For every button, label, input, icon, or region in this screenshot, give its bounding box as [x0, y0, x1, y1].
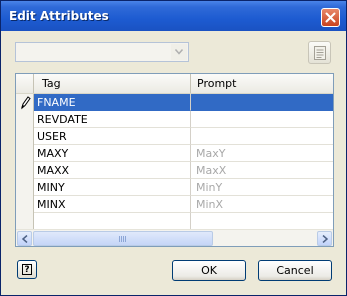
- table-row[interactable]: USER: [16, 128, 333, 145]
- help-icon: ?: [22, 264, 32, 275]
- table-row[interactable]: MINY MinY: [16, 179, 333, 196]
- ok-button[interactable]: OK: [172, 260, 246, 281]
- row-indicator: [16, 196, 34, 213]
- chevron-left-icon: [22, 235, 28, 243]
- grip-icon: [119, 236, 127, 242]
- prompt-cell[interactable]: MaxY: [191, 145, 333, 162]
- prompt-cell[interactable]: [191, 94, 333, 111]
- scroll-right-button[interactable]: [317, 231, 332, 246]
- prompt-cell[interactable]: MaxX: [191, 162, 333, 179]
- tag-cell[interactable]: [34, 213, 191, 230]
- prompt-cell[interactable]: MinX: [191, 196, 333, 213]
- table-row[interactable]: [16, 213, 333, 230]
- prompt-cell[interactable]: [191, 213, 333, 230]
- row-indicator: [16, 179, 34, 196]
- tag-cell[interactable]: MINY: [34, 179, 191, 196]
- table-row[interactable]: MINX MinX: [16, 196, 333, 213]
- attributes-grid[interactable]: Tag Prompt FNAME REVDATE USER MAXY MaxY …: [15, 73, 334, 247]
- edit-attributes-dialog: Edit Attributes Tag Prompt FNAME REVDATE…: [0, 0, 347, 296]
- document-icon: [314, 46, 326, 60]
- horizontal-scrollbar[interactable]: [16, 229, 333, 246]
- column-header-prompt[interactable]: Prompt: [191, 74, 333, 93]
- cancel-button[interactable]: Cancel: [258, 260, 332, 281]
- combo-dropdown-button[interactable]: [171, 44, 187, 60]
- close-icon: [325, 12, 336, 23]
- tag-cell[interactable]: USER: [34, 128, 191, 145]
- chevron-right-icon: [322, 235, 328, 243]
- table-row[interactable]: REVDATE: [16, 111, 333, 128]
- table-row[interactable]: MAXY MaxY: [16, 145, 333, 162]
- close-button[interactable]: [321, 8, 340, 27]
- row-indicator: [16, 145, 34, 162]
- edit-document-button[interactable]: [308, 41, 331, 64]
- prompt-cell[interactable]: MinY: [191, 179, 333, 196]
- column-header-tag[interactable]: Tag: [34, 74, 191, 93]
- tag-cell[interactable]: MAXX: [34, 162, 191, 179]
- row-indicator: [16, 128, 34, 145]
- row-indicator: [16, 111, 34, 128]
- scroll-left-button[interactable]: [17, 231, 32, 246]
- attribute-combo[interactable]: [15, 42, 189, 62]
- scrollbar-thumb[interactable]: [33, 231, 213, 246]
- tag-cell[interactable]: FNAME: [34, 94, 191, 111]
- prompt-cell[interactable]: [191, 128, 333, 145]
- tag-cell[interactable]: MAXY: [34, 145, 191, 162]
- row-indicator: [16, 94, 34, 111]
- table-row[interactable]: FNAME: [16, 94, 333, 111]
- grid-header: Tag Prompt: [16, 74, 333, 94]
- title-bar[interactable]: Edit Attributes: [1, 1, 346, 31]
- dialog-title: Edit Attributes: [9, 9, 109, 23]
- tag-cell[interactable]: MINX: [34, 196, 191, 213]
- help-button[interactable]: ?: [17, 260, 37, 279]
- header-gutter: [16, 74, 34, 93]
- row-indicator: [16, 213, 34, 230]
- row-indicator: [16, 162, 34, 179]
- prompt-cell[interactable]: [191, 111, 333, 128]
- pencil-icon: [21, 96, 31, 110]
- chevron-down-icon: [175, 49, 183, 55]
- table-row[interactable]: MAXX MaxX: [16, 162, 333, 179]
- tag-cell[interactable]: REVDATE: [34, 111, 191, 128]
